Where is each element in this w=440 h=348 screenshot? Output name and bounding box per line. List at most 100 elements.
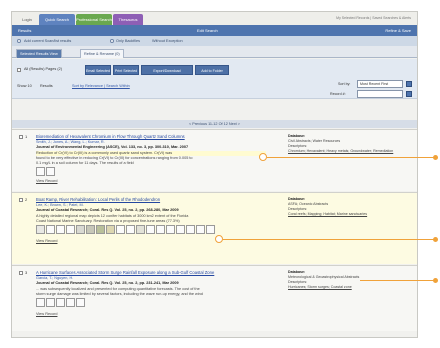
sort-within-links[interactable]: Sort by Relevance | Search Within [72, 84, 130, 88]
callout-dot [433, 278, 438, 283]
view-record-link[interactable]: View Record [36, 239, 57, 243]
record-go-button[interactable] [406, 91, 412, 97]
thumbnail[interactable] [86, 225, 95, 234]
thumbnail[interactable] [36, 225, 45, 234]
thumbnail[interactable] [46, 167, 55, 176]
result-number: 3 [25, 270, 28, 275]
result-journal: Journal of Coastal Research; Coral. Res … [36, 281, 179, 285]
result-abstract-line-3: 0.1 mg/L in a soil column for 11 days. T… [36, 161, 134, 165]
tab-quick-search[interactable]: Quick Search [39, 14, 75, 25]
thumbnail[interactable] [166, 225, 175, 234]
callout-line [267, 157, 435, 158]
top-tabs: Login Quick Search Professional Search T… [12, 12, 417, 25]
result-abstract-line-2: storm surge damage was limited by severa… [36, 292, 203, 296]
result-descriptors[interactable]: Coral reefs; Mapping; Habitat; Marine sa… [288, 212, 408, 216]
thumbnail[interactable] [76, 225, 85, 234]
result-database: Database: [288, 197, 305, 201]
database-label: Database: [288, 197, 306, 201]
result-title[interactable]: Boat Ramp, River Rehabilitation: Local P… [36, 197, 272, 202]
result-authors: Smith, J.; Jones, A.; Wang, L.; Kumar, R… [36, 140, 105, 144]
result-database-value: Civil Abstracts; Water Resources [288, 139, 341, 143]
tab-professional-search[interactable]: Professional Search [76, 14, 112, 25]
view-subtabs: Selected Results View Refine & Rename (0… [12, 46, 417, 58]
result-authors: Lee, K.; Brown, S.; Patel, M. [36, 203, 84, 207]
database-label: Database: [288, 134, 306, 138]
nav-refine[interactable]: Refine & Save [385, 25, 411, 36]
descriptors-label: Descriptors: [288, 144, 308, 148]
thumbnail[interactable] [46, 298, 55, 307]
thumbnail[interactable] [66, 298, 75, 307]
thumbnail[interactable] [46, 225, 55, 234]
result-checkbox[interactable] [19, 271, 23, 275]
results-count-text: Results [40, 84, 53, 88]
email-selected-button[interactable]: Email Selected [85, 65, 111, 75]
result-number: 2 [25, 197, 28, 202]
descriptors-label: Descriptors: [288, 207, 308, 211]
select-all-label: All (Results) Pages (2) [24, 67, 62, 71]
thumbnail[interactable] [66, 225, 75, 234]
result-checkbox[interactable] [19, 135, 23, 139]
result-descriptors[interactable]: Hurricanes; Storm surges; Coastal zone [288, 285, 408, 289]
view-record-link[interactable]: View Record [36, 312, 57, 316]
nav-edit-search[interactable]: Edit Search [197, 25, 218, 36]
result-descriptors[interactable]: Chromium; Hexavalent; Heavy metals; Grou… [288, 149, 408, 153]
view-record-link[interactable]: View Record [36, 179, 57, 183]
result-checkbox[interactable] [19, 198, 23, 202]
result-database-value: ASFA; Oceanic Abstracts [288, 202, 329, 206]
thumbnail[interactable] [76, 298, 85, 307]
nav-results[interactable]: Results [18, 25, 31, 36]
select-all-checkbox[interactable] [17, 68, 21, 72]
thumbnail[interactable] [196, 225, 205, 234]
record-number-input[interactable] [357, 90, 403, 98]
result-abstract-line-2: found to be very effective in reducing C… [36, 156, 193, 160]
result-title[interactable]: A Hurricane Surfaces Associated Storm Su… [36, 270, 272, 275]
add-to-folder-button[interactable]: Add to Folder [195, 65, 229, 75]
thumbnail[interactable] [206, 225, 215, 234]
thumbnail[interactable] [186, 225, 195, 234]
thumbnail[interactable] [126, 225, 135, 234]
thumbnail[interactable] [176, 225, 185, 234]
sort-label: Sort by: [338, 82, 351, 86]
thumbnail[interactable] [116, 225, 125, 234]
tab-thesaurus[interactable]: Thesaurus [113, 14, 143, 25]
top-links[interactable]: My Selected Records | Saved Searches & A… [336, 16, 411, 20]
export-download-button[interactable]: Export/Download [141, 65, 193, 75]
results-window: Login Quick Search Professional Search T… [11, 11, 418, 338]
database-label: Database: [288, 270, 306, 274]
scope-note: Without Exception [152, 39, 183, 43]
record-number-label: Record #: [330, 92, 346, 96]
sort-go-button[interactable] [406, 81, 412, 87]
result-abstract-line-1: A highly detailed regional map depicts 1… [36, 214, 189, 218]
result-database: Database: [288, 134, 305, 138]
thumbnail[interactable] [136, 225, 145, 234]
result-title[interactable]: Bioremediation of Hexavalent Chromium in… [36, 134, 272, 139]
thumbnail[interactable] [106, 225, 115, 234]
callout-line [223, 239, 435, 240]
sort-select[interactable]: Most Recent First [357, 80, 403, 88]
thumbnail[interactable] [36, 298, 45, 307]
scope-option-radio[interactable] [110, 39, 114, 43]
thumbnail[interactable] [56, 225, 65, 234]
result-abstract-line-1: Reduction of Cr(VI) to Cr(III) is a comm… [36, 151, 173, 155]
thumbnail[interactable] [56, 298, 65, 307]
result-authors: Garcia, T.; Nguyen, H. [36, 276, 74, 280]
nav-bar: Results Edit Search Refine & Save [12, 25, 417, 36]
thumbnail[interactable] [146, 225, 155, 234]
subtab-selected-results[interactable]: Selected Results View [16, 49, 62, 58]
pagination[interactable]: < Previous 11-12 Of 12 Next > [12, 120, 417, 128]
tab-login[interactable]: Login [16, 14, 38, 25]
result-item: 2 Boat Ramp, River Rehabilitation: Local… [12, 192, 417, 264]
thumbnail[interactable] [96, 225, 105, 234]
show-count-label[interactable]: Show 10 [17, 84, 32, 88]
callout-marker [215, 235, 223, 243]
thumbnail[interactable] [156, 225, 165, 234]
result-item: 3 A Hurricane Surfaces Associated Storm … [12, 265, 417, 331]
scope-all-radio[interactable] [17, 39, 21, 43]
descriptors-label: Descriptors: [288, 280, 308, 284]
print-selected-button[interactable]: Print Selected [113, 65, 139, 75]
result-database: Database: [288, 270, 305, 274]
thumbnail[interactable] [36, 167, 45, 176]
result-abstract-line-2: Coast National Marine Sanctuary. Restora… [36, 219, 180, 223]
scope-all-label: Add current Scan/list results [24, 39, 72, 43]
subtab-refine[interactable]: Refine & Rename (0) [80, 49, 124, 58]
